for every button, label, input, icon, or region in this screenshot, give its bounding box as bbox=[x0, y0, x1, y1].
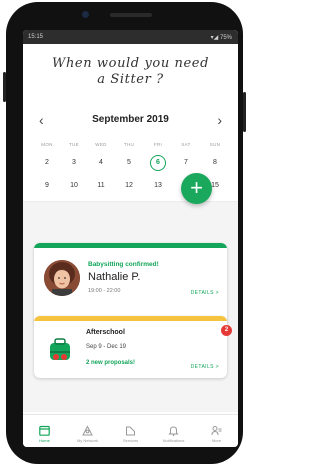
sitter-name: Nathalie P. bbox=[88, 271, 141, 283]
question-line-1: When would you need bbox=[51, 56, 210, 71]
status-time: 15:15 bbox=[28, 34, 44, 40]
nav-services-label: Services bbox=[122, 438, 139, 443]
weekday-label: MON bbox=[41, 142, 53, 147]
weekday-label: FRI bbox=[153, 142, 163, 147]
calendar-day[interactable]: 5 bbox=[119, 157, 139, 169]
calendar-day[interactable]: 8 bbox=[205, 157, 225, 169]
afterschool-title: Afterschool bbox=[86, 329, 125, 336]
nav-services[interactable]: Services bbox=[109, 415, 152, 447]
nav-my-network-label: My Network bbox=[76, 438, 99, 443]
phone-frame: 15:15 ▾◢ 75% When would you need a Sitte… bbox=[3, 2, 246, 464]
calendar-day[interactable]: 10 bbox=[64, 180, 84, 192]
weekday-row: MON TUE WED THU FRI SAT SUN bbox=[23, 139, 238, 151]
nav-home[interactable]: Home bbox=[23, 415, 66, 447]
power-button bbox=[243, 92, 246, 132]
calendar-day[interactable]: 7 bbox=[176, 157, 196, 169]
nav-more[interactable]: More bbox=[195, 415, 238, 447]
calendar-day[interactable]: 13 bbox=[148, 180, 168, 192]
next-month-button[interactable]: › bbox=[217, 112, 222, 128]
battery-level: 75% bbox=[219, 35, 232, 41]
card-accent-bar bbox=[34, 243, 227, 248]
schoolbag-icon bbox=[47, 337, 73, 368]
nav-notifications[interactable]: Notifications bbox=[152, 415, 195, 447]
front-camera bbox=[82, 11, 89, 18]
status-indicators: ▾◢ 75% bbox=[211, 34, 232, 41]
weekday-label: SAT bbox=[181, 142, 191, 147]
afterschool-card[interactable]: Afterschool Sep 9 - Dec 19 2 new proposa… bbox=[34, 316, 227, 378]
calendar-day[interactable]: 2 bbox=[37, 157, 57, 169]
month-label: September 2019 bbox=[92, 114, 169, 125]
booking-hours: 19:00 - 22:00 bbox=[88, 288, 121, 294]
details-link[interactable]: DETAILS > bbox=[191, 290, 219, 296]
app-screen: 15:15 ▾◢ 75% When would you need a Sitte… bbox=[23, 30, 238, 447]
calendar-day[interactable]: 3 bbox=[64, 157, 84, 169]
calendar-day[interactable]: 4 bbox=[91, 157, 111, 169]
volume-button bbox=[3, 72, 6, 102]
confirmed-booking-card[interactable]: Babysitting confirmed! Nathalie P. 19:00… bbox=[34, 243, 227, 325]
calendar-day[interactable]: 11 bbox=[91, 180, 111, 192]
calendar-day[interactable]: 12 bbox=[119, 180, 139, 192]
weekday-label: TUE bbox=[69, 142, 79, 147]
nav-more-label: More bbox=[211, 438, 222, 443]
weekday-label: WED bbox=[95, 142, 107, 147]
services-icon bbox=[125, 423, 136, 436]
sitter-avatar bbox=[44, 260, 80, 296]
card-accent-bar bbox=[34, 316, 227, 321]
booking-status: Babysitting confirmed! bbox=[88, 261, 159, 268]
weekday-label: SUN bbox=[209, 142, 221, 147]
notification-badge: 2 bbox=[221, 325, 232, 336]
earpiece-speaker bbox=[110, 13, 152, 17]
bell-icon bbox=[168, 423, 179, 436]
signal-icon: ▾◢ bbox=[210, 35, 219, 41]
add-booking-button[interactable]: + bbox=[181, 173, 212, 204]
bottom-navigation: Home My Network Services Notifications M… bbox=[23, 414, 238, 447]
nav-my-network[interactable]: My Network bbox=[66, 415, 109, 447]
afterschool-dates: Sep 9 - Dec 19 bbox=[86, 344, 127, 350]
nav-home-label: Home bbox=[39, 438, 50, 443]
selected-day-label: 6 bbox=[150, 155, 166, 171]
network-icon bbox=[82, 423, 93, 436]
calendar-day-selected[interactable]: 6 bbox=[148, 155, 168, 171]
weekday-label: THU bbox=[123, 142, 135, 147]
calendar-week: 2 3 4 5 6 7 8 bbox=[23, 155, 238, 171]
nav-notifications-label: Notifications bbox=[162, 438, 185, 443]
more-icon bbox=[211, 423, 222, 436]
sitter-question: When would you need a Sitter ? bbox=[33, 56, 228, 88]
status-bar: 15:15 ▾◢ 75% bbox=[23, 30, 238, 44]
calendar-header: ‹ September 2019 › bbox=[23, 112, 238, 128]
question-line-2: a Sitter ? bbox=[97, 72, 164, 87]
calendar-day[interactable]: 9 bbox=[37, 180, 57, 192]
details-link[interactable]: DETAILS > bbox=[191, 364, 219, 370]
new-proposals-label: 2 new proposals! bbox=[86, 360, 136, 366]
calendar-icon bbox=[39, 423, 50, 436]
